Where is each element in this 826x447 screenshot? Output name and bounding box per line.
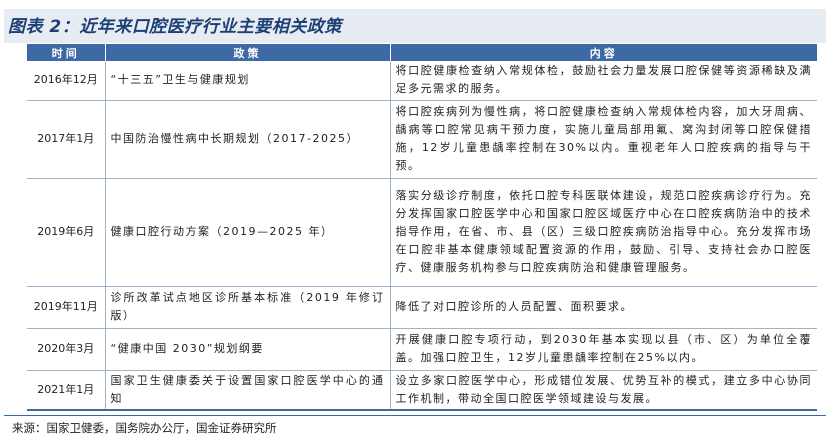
row-time: 2017年1月 xyxy=(27,100,105,179)
source-note: 来源：国家卫健委，国务院办公厅，国金证券研究所 xyxy=(12,421,277,435)
row-content: 开展健康口腔专项行动，到2030年基本实现以县（市、区）为单位全覆盖。加强口腔卫… xyxy=(389,328,817,371)
row-time: 2019年6月 xyxy=(27,178,105,287)
row-content: 将口腔疾病列为慢性病，将口腔健康检查纳入常规体检内容，加大牙周病、龋病等口腔常见… xyxy=(389,100,817,179)
table-row: 2021年1月 国家卫生健康委关于设置国家口腔医学中心的通知 设立多家口腔医学中… xyxy=(27,370,817,411)
row-time: 2020年3月 xyxy=(27,328,105,371)
header-content: 内容 xyxy=(390,44,817,61)
row-policy: 国家卫生健康委关于设置国家口腔医学中心的通知 xyxy=(104,370,390,411)
row-policy: 中国防治慢性病中长期规划（2017-2025） xyxy=(104,100,390,179)
title-bar: 图表 2：近年来口腔医疗行业主要相关政策 xyxy=(4,9,826,43)
table-row: 2020年3月 “健康中国 2030”规划纲要 开展健康口腔专项行动，到2030… xyxy=(27,328,817,371)
row-policy: 诊所改革试点地区诊所基本标准（2019 年修订版） xyxy=(104,286,390,329)
table-header-row: 时间 政策 内容 xyxy=(27,44,817,61)
footer-rule xyxy=(4,415,826,416)
table-row: 2019年11月 诊所改革试点地区诊所基本标准（2019 年修订版） 降低了对口… xyxy=(27,286,817,329)
row-time: 2021年1月 xyxy=(27,370,105,411)
header-policy: 政策 xyxy=(105,44,391,61)
row-content: 落实分级诊疗制度，依托口腔专科医联体建设，规范口腔疾病诊疗行为。充分发挥国家口腔… xyxy=(389,178,817,287)
row-time: 2016年12月 xyxy=(27,61,105,101)
row-content: 降低了对口腔诊所的人员配置、面积要求。 xyxy=(389,286,817,329)
table-row: 2017年1月 中国防治慢性病中长期规划（2017-2025） 将口腔疾病列为慢… xyxy=(27,100,817,179)
row-content: 设立多家口腔医学中心，形成错位发展、优势互补的模式，建立多中心协同工作机制，带动… xyxy=(389,370,817,411)
header-time: 时间 xyxy=(27,44,106,61)
table-row: 2019年6月 健康口腔行动方案（2019—2025 年） 落实分级诊疗制度，依… xyxy=(27,178,817,287)
row-policy: “十三五”卫生与健康规划 xyxy=(104,61,390,101)
row-content: 将口腔健康检查纳入常规体检，鼓励社会力量发展口腔保健等资源稀缺及满足多元需求的服… xyxy=(389,61,817,101)
figure-title: 图表 2：近年来口腔医疗行业主要相关政策 xyxy=(8,17,342,37)
row-policy: “健康中国 2030”规划纲要 xyxy=(104,328,390,371)
table-row: 2016年12月 “十三五”卫生与健康规划 将口腔健康检查纳入常规体检，鼓励社会… xyxy=(27,61,817,101)
row-policy: 健康口腔行动方案（2019—2025 年） xyxy=(104,178,390,287)
policy-table: 时间 政策 内容 2016年12月 “十三五”卫生与健康规划 将口腔健康检查纳入… xyxy=(27,44,817,411)
row-time: 2019年11月 xyxy=(27,286,105,329)
